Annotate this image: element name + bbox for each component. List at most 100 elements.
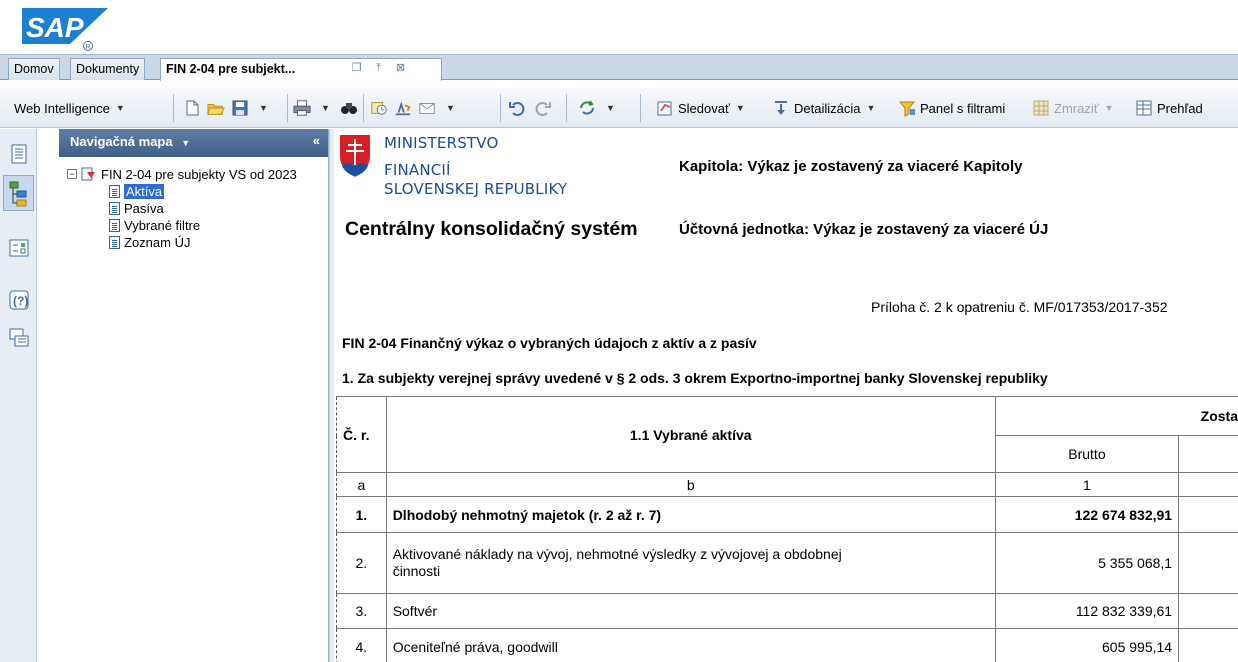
row-name-line-1: Aktivované náklady na vývoj, nehmotné vý… bbox=[392, 546, 842, 562]
chevron-down-icon[interactable]: ▼ bbox=[446, 103, 455, 113]
table-cell bbox=[1178, 472, 1238, 497]
filter-panel-button[interactable]: Panel s filtrami bbox=[898, 97, 1005, 119]
track-changes-icon bbox=[395, 101, 411, 116]
column-letter-1: 1 bbox=[994, 472, 1180, 497]
document-properties-icon[interactable] bbox=[8, 143, 30, 165]
collapse-node-icon[interactable]: − bbox=[67, 169, 77, 179]
send-email-button[interactable]: ▼ bbox=[418, 97, 455, 119]
navigation-map-title: Navigačná mapa bbox=[70, 134, 173, 149]
row-name-line-2: činnosti bbox=[392, 563, 441, 579]
row-name: Aktivované náklady na vývoj, nehmotné vý… bbox=[385, 532, 996, 594]
row-brutto: 112 832 339,61 bbox=[994, 593, 1180, 629]
new-document-button[interactable] bbox=[183, 97, 205, 119]
app-window: SAP R Domov Dokumenty FIN 2-04 pre subje… bbox=[0, 0, 1238, 662]
history-button[interactable] bbox=[370, 97, 392, 119]
table-cell bbox=[1178, 496, 1238, 533]
table-row: 4. Oceniteľné práva, goodwill 605 995,14 bbox=[336, 628, 1238, 662]
pin-icon[interactable]: ⤒ bbox=[372, 62, 385, 75]
navigation-map-icon bbox=[9, 181, 27, 207]
refresh-button[interactable]: ▼ bbox=[578, 97, 615, 119]
chevron-down-icon: ▼ bbox=[866, 103, 876, 113]
column-header-selected-assets: 1.1 Vybrané aktíva bbox=[385, 396, 996, 473]
svg-text:SAP: SAP bbox=[26, 12, 84, 43]
track-label: Sledovať bbox=[678, 100, 730, 116]
chevron-down-icon[interactable]: ▼ bbox=[321, 103, 330, 113]
email-icon bbox=[419, 103, 435, 114]
print-button[interactable]: ▼ bbox=[293, 97, 330, 119]
navigation-map-header[interactable]: Navigačná mapa ▼ « bbox=[59, 129, 328, 157]
tree-item-aktiva[interactable]: Aktíva bbox=[109, 182, 165, 200]
open-button[interactable] bbox=[207, 97, 229, 119]
tree-item-unit-list[interactable]: Zoznam ÚJ bbox=[109, 233, 190, 251]
track-data-button[interactable] bbox=[394, 97, 416, 119]
freeze-grid-icon bbox=[1033, 100, 1049, 116]
svg-text:(?): (?) bbox=[13, 294, 28, 308]
tab-label: FIN 2-04 pre subjekt... bbox=[166, 62, 296, 76]
row-brutto: 5 355 068,1 bbox=[994, 532, 1180, 594]
table-cell bbox=[1178, 532, 1238, 594]
annex-text: Príloha č. 2 k opatreniu č. MF/017353/20… bbox=[871, 299, 1168, 315]
track-menu-button[interactable]: Sledovať ▼ bbox=[656, 97, 745, 119]
tab-home[interactable]: Domov bbox=[8, 58, 60, 80]
report-tab-icon bbox=[109, 201, 120, 215]
report-tab-icon bbox=[109, 184, 120, 198]
redo-button[interactable] bbox=[534, 97, 556, 119]
filter-icon bbox=[898, 101, 916, 117]
sap-logo: SAP R bbox=[22, 8, 108, 52]
row-name: Softvér bbox=[385, 593, 996, 629]
tab-label: Domov bbox=[14, 62, 54, 76]
outline-button[interactable]: Prehľad bbox=[1135, 97, 1203, 119]
tree-root-node[interactable]: − FIN 2-04 pre subjekty VS od 2023 bbox=[67, 165, 297, 183]
toolbar-separator bbox=[287, 94, 288, 122]
input-controls-icon[interactable] bbox=[8, 237, 30, 259]
chevron-down-icon[interactable]: ▼ bbox=[259, 103, 268, 113]
side-icon-bar: (?) bbox=[0, 129, 37, 662]
report-canvas: MINISTERSTVO FINANCIÍ SLOVENSKEJ REPUBLI… bbox=[334, 129, 1238, 662]
undo-button[interactable] bbox=[508, 97, 530, 119]
freeze-button[interactable]: Zmraziť ▼ bbox=[1032, 97, 1114, 119]
close-tab-icon[interactable]: ⊠ bbox=[394, 62, 407, 75]
navigation-map-panel: Navigačná mapa ▼ « − FIN 2-04 pre subjek… bbox=[59, 129, 329, 662]
table-cell bbox=[1178, 435, 1238, 473]
navigation-map-tab[interactable] bbox=[3, 175, 34, 211]
web-intelligence-menu[interactable]: Web Intelligence ▼ bbox=[14, 97, 125, 119]
find-button[interactable] bbox=[340, 97, 362, 119]
chevron-down-icon[interactable]: ▼ bbox=[606, 103, 615, 113]
toolbar-separator bbox=[173, 94, 174, 122]
svg-text:R: R bbox=[86, 44, 91, 51]
tree-item-pasiva[interactable]: Pasíva bbox=[109, 199, 164, 217]
help-icon[interactable]: (?) bbox=[8, 289, 30, 311]
new-document-icon bbox=[186, 100, 199, 116]
float-window-icon[interactable]: ❐ bbox=[350, 62, 363, 75]
chevron-down-icon[interactable]: ▼ bbox=[181, 138, 190, 148]
track-icon bbox=[657, 101, 672, 116]
row-number: 4. bbox=[336, 628, 387, 662]
printer-icon bbox=[293, 100, 311, 116]
drill-menu-button[interactable]: Detailizácia ▼ bbox=[772, 97, 875, 119]
accounting-unit-text: Účtovná jednotka: Výkaz je zostavený za … bbox=[679, 221, 1049, 238]
save-button[interactable]: ▼ bbox=[231, 97, 268, 119]
row-number: 2. bbox=[336, 532, 387, 594]
chapter-text: Kapitola: Výkaz je zostavený za viaceré … bbox=[679, 158, 1023, 175]
toolbar-separator bbox=[566, 94, 567, 122]
toolbar-separator bbox=[640, 94, 641, 122]
tab-tools: ❐ ⤒ ⊠ bbox=[350, 60, 407, 76]
ministry-line-2: FINANCIÍ bbox=[384, 161, 451, 179]
ministry-line-3: SLOVENSKEJ REPUBLIKY bbox=[384, 180, 568, 198]
tab-documents[interactable]: Dokumenty bbox=[70, 58, 146, 80]
web-intelligence-label: Web Intelligence bbox=[14, 100, 110, 116]
outline-icon bbox=[1136, 100, 1152, 116]
table-cell bbox=[1178, 593, 1238, 629]
comments-icon[interactable] bbox=[8, 327, 30, 349]
report-tab-icon bbox=[109, 218, 120, 232]
toolbar-separator bbox=[500, 94, 501, 122]
binoculars-icon bbox=[341, 103, 357, 114]
tree-item-label: Pasíva bbox=[124, 200, 164, 216]
tree-item-selected-filters[interactable]: Vybrané filtre bbox=[109, 216, 200, 234]
row-name: Dlhodobý nehmotný majetok (r. 2 až r. 7) bbox=[385, 496, 996, 533]
history-icon bbox=[371, 102, 387, 115]
collapse-panel-icon[interactable]: « bbox=[313, 133, 320, 148]
freeze-label: Zmraziť bbox=[1054, 100, 1099, 116]
slovak-coat-of-arms-icon bbox=[338, 133, 372, 180]
refresh-icon bbox=[580, 100, 594, 115]
